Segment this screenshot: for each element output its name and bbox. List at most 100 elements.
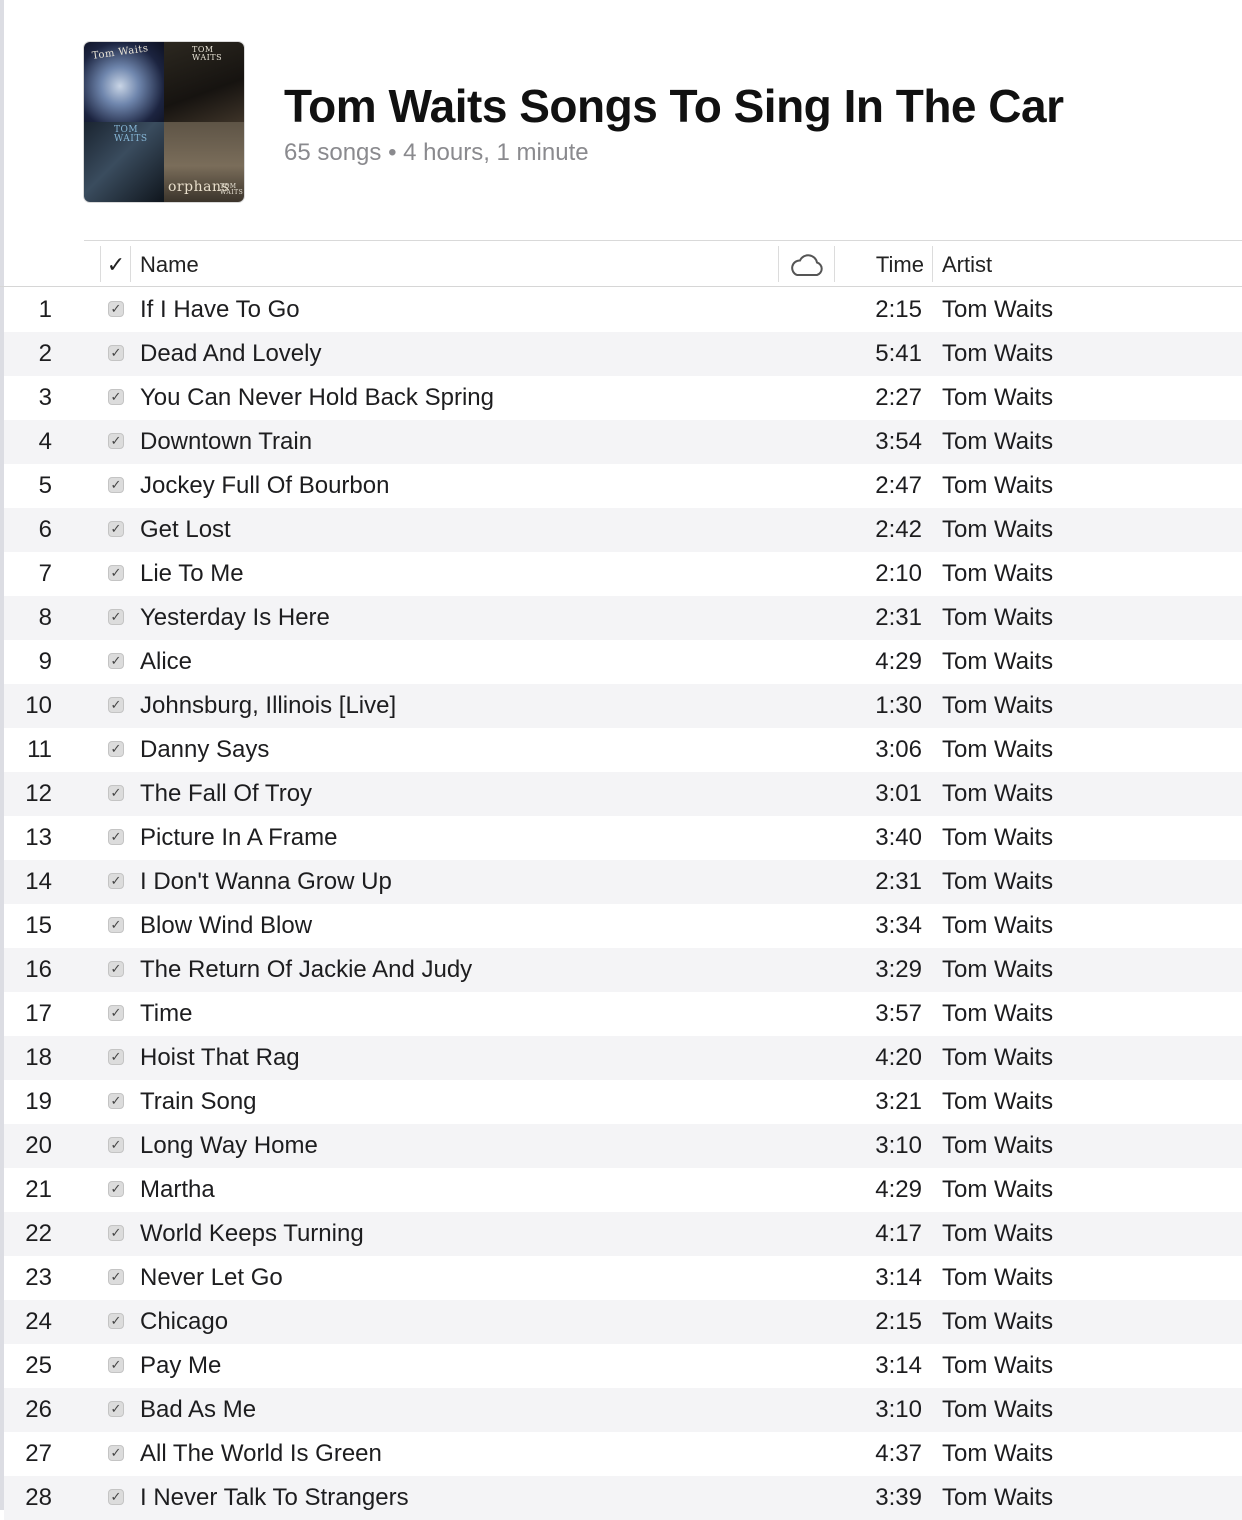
track-checkbox[interactable]: ✓ — [108, 961, 124, 977]
track-name: Jockey Full Of Bourbon — [140, 472, 390, 499]
track-artist: Tom Waits — [942, 1352, 1054, 1379]
track-time: 2:27 — [875, 384, 922, 411]
track-checkbox[interactable]: ✓ — [108, 1313, 124, 1329]
table-row[interactable]: 19 ✓ Train Song 3:21 Tom Waits — [4, 1080, 1242, 1124]
table-row[interactable]: 9 ✓ Alice 4:29 Tom Waits — [4, 640, 1242, 684]
table-row[interactable]: 4 ✓ Downtown Train 3:54 Tom Waits — [4, 420, 1242, 464]
track-checkbox[interactable]: ✓ — [108, 1181, 124, 1197]
track-checkbox[interactable]: ✓ — [108, 697, 124, 713]
table-row[interactable]: 18 ✓ Hoist That Rag 4:20 Tom Waits — [4, 1036, 1242, 1080]
table-row[interactable]: 1 ✓ If I Have To Go 2:15 Tom Waits — [4, 288, 1242, 332]
track-checkbox[interactable]: ✓ — [108, 477, 124, 493]
track-time: 2:15 — [875, 296, 922, 323]
track-name: Train Song — [140, 1088, 257, 1115]
track-checkbox[interactable]: ✓ — [108, 1049, 124, 1065]
track-checkbox[interactable]: ✓ — [108, 1357, 124, 1373]
table-row[interactable]: 3 ✓ You Can Never Hold Back Spring 2:27 Tom … — [4, 376, 1242, 420]
track-time: 3:29 — [875, 956, 922, 983]
track-checkbox[interactable]: ✓ — [108, 917, 124, 933]
track-checkbox[interactable]: ✓ — [108, 653, 124, 669]
table-row[interactable]: 12 ✓ The Fall Of Troy 3:01 Tom Waits — [4, 772, 1242, 816]
table-row[interactable]: 10 ✓ Johnsburg, Illinois [Live] 1:30 Tom Wai… — [4, 684, 1242, 728]
track-number: 15 — [25, 912, 52, 939]
table-row[interactable]: 26 ✓ Bad As Me 3:10 Tom Waits — [4, 1388, 1242, 1432]
table-row[interactable]: 16 ✓ The Return Of Jackie And Judy 3:29 Tom … — [4, 948, 1242, 992]
table-row[interactable]: 14 ✓ I Don't Wanna Grow Up 2:31 Tom Waits — [4, 860, 1242, 904]
track-name: The Return Of Jackie And Judy — [140, 956, 473, 983]
track-name: The Fall Of Troy — [140, 780, 313, 807]
artwork-tile-4: orphans TOM WAITS — [164, 122, 244, 202]
track-checkbox[interactable]: ✓ — [108, 433, 124, 449]
track-number: 26 — [25, 1396, 52, 1423]
track-time: 3:34 — [875, 912, 922, 939]
track-checkbox[interactable]: ✓ — [108, 389, 124, 405]
table-row[interactable]: 20 ✓ Long Way Home 3:10 Tom Waits — [4, 1124, 1242, 1168]
artwork-tile-1: Tom Waits — [84, 42, 164, 122]
column-divider[interactable] — [100, 246, 101, 282]
track-checkbox[interactable]: ✓ — [108, 873, 124, 889]
table-row[interactable]: 6 ✓ Get Lost 2:42 Tom Waits — [4, 508, 1242, 552]
playlist-title: Tom Waits Songs To Sing In The Car — [284, 80, 1064, 132]
track-checkbox[interactable]: ✓ — [108, 1137, 124, 1153]
column-divider[interactable] — [778, 246, 779, 282]
track-number: 24 — [25, 1308, 52, 1335]
track-number: 25 — [25, 1352, 52, 1379]
table-row[interactable]: 13 ✓ Picture In A Frame 3:40 Tom Waits — [4, 816, 1242, 860]
track-artist: Tom Waits — [942, 780, 1054, 807]
column-header-cloud[interactable] — [786, 242, 826, 286]
track-checkbox[interactable]: ✓ — [108, 1093, 124, 1109]
track-checkbox[interactable]: ✓ — [108, 785, 124, 801]
column-header-artist[interactable]: Artist — [942, 242, 992, 286]
table-row[interactable]: 8 ✓ Yesterday Is Here 2:31 Tom Waits — [4, 596, 1242, 640]
artwork-tile-3-text: TOM WAITS — [114, 125, 148, 144]
track-checkbox[interactable]: ✓ — [108, 829, 124, 845]
track-checkbox[interactable]: ✓ — [108, 565, 124, 581]
track-list: 1 ✓ If I Have To Go 2:15 Tom Waits 2 ✓ Dead And… — [4, 288, 1242, 1520]
track-name: Blow Wind Blow — [140, 912, 313, 939]
table-row[interactable]: 28 ✓ I Never Talk To Strangers 3:39 Tom Wait… — [4, 1476, 1242, 1520]
table-row[interactable]: 25 ✓ Pay Me 3:14 Tom Waits — [4, 1344, 1242, 1388]
column-header-time[interactable]: Time — [850, 242, 924, 286]
table-row[interactable]: 27 ✓ All The World Is Green 4:37 Tom Waits — [4, 1432, 1242, 1476]
track-checkbox[interactable]: ✓ — [108, 1489, 124, 1505]
track-checkbox[interactable]: ✓ — [108, 609, 124, 625]
column-header-name[interactable]: Name — [140, 242, 199, 286]
track-checkbox[interactable]: ✓ — [108, 1401, 124, 1417]
column-divider[interactable] — [932, 246, 933, 282]
track-time: 2:31 — [875, 604, 922, 631]
track-checkbox[interactable]: ✓ — [108, 521, 124, 537]
track-artist: Tom Waits — [942, 824, 1054, 851]
table-row[interactable]: 7 ✓ Lie To Me 2:10 Tom Waits — [4, 552, 1242, 596]
track-checkbox[interactable]: ✓ — [108, 345, 124, 361]
table-row[interactable]: 15 ✓ Blow Wind Blow 3:34 Tom Waits — [4, 904, 1242, 948]
table-row[interactable]: 11 ✓ Danny Says 3:06 Tom Waits — [4, 728, 1242, 772]
column-divider[interactable] — [834, 246, 835, 282]
table-row[interactable]: 21 ✓ Martha 4:29 Tom Waits — [4, 1168, 1242, 1212]
track-time: 4:20 — [875, 1044, 922, 1071]
track-artist: Tom Waits — [942, 1220, 1054, 1247]
column-header-check[interactable]: ✓ — [106, 242, 126, 286]
track-checkbox[interactable]: ✓ — [108, 1225, 124, 1241]
table-row[interactable]: 22 ✓ World Keeps Turning 4:17 Tom Waits — [4, 1212, 1242, 1256]
table-row[interactable]: 2 ✓ Dead And Lovely 5:41 Tom Waits — [4, 332, 1242, 376]
track-checkbox[interactable]: ✓ — [108, 1445, 124, 1461]
track-time: 2:15 — [875, 1308, 922, 1335]
track-checkbox[interactable]: ✓ — [108, 1005, 124, 1021]
track-artist: Tom Waits — [942, 340, 1054, 367]
track-checkbox[interactable]: ✓ — [108, 301, 124, 317]
track-checkbox[interactable]: ✓ — [108, 1269, 124, 1285]
column-divider[interactable] — [130, 246, 131, 282]
track-number: 10 — [25, 692, 52, 719]
table-row[interactable]: 24 ✓ Chicago 2:15 Tom Waits — [4, 1300, 1242, 1344]
track-number: 8 — [38, 604, 52, 631]
track-artist: Tom Waits — [942, 1044, 1054, 1071]
playlist-artwork[interactable]: Tom Waits TOM WAITS TOM WAITS orphans TO… — [84, 42, 244, 202]
table-row[interactable]: 17 ✓ Time 3:57 Tom Waits — [4, 992, 1242, 1036]
track-artist: Tom Waits — [942, 560, 1054, 587]
table-row[interactable]: 23 ✓ Never Let Go 3:14 Tom Waits — [4, 1256, 1242, 1300]
track-checkbox[interactable]: ✓ — [108, 741, 124, 757]
artwork-tile-3: TOM WAITS — [84, 122, 164, 202]
track-artist: Tom Waits — [942, 692, 1054, 719]
table-row[interactable]: 5 ✓ Jockey Full Of Bourbon 2:47 Tom Waits — [4, 464, 1242, 508]
track-artist: Tom Waits — [942, 604, 1054, 631]
